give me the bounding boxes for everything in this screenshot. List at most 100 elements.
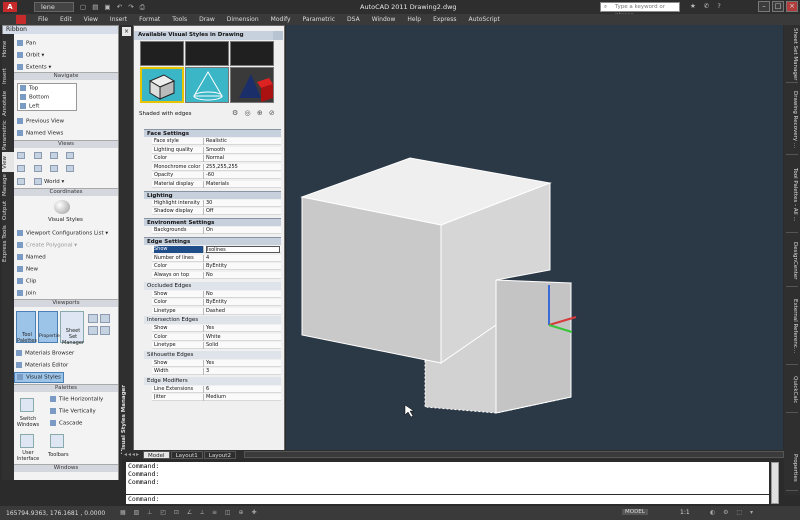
- style-thumbnail[interactable]: [140, 41, 184, 66]
- property-value[interactable]: On: [206, 227, 280, 234]
- property-value[interactable]: No: [206, 291, 280, 298]
- property-value[interactable]: ByEntity: [206, 263, 280, 270]
- quick-access-toolbar[interactable]: ▢ ▤ ▣ ↶ ↷ ⎙: [80, 3, 147, 12]
- visual-styles-palette-button[interactable]: Visual Styles: [14, 372, 64, 383]
- designcenter-tab[interactable]: DesignCenter: [786, 235, 798, 287]
- materials-editor-button[interactable]: Materials Editor: [16, 362, 68, 369]
- property-row[interactable]: Color White: [152, 333, 281, 341]
- property-row[interactable]: Color Normal: [152, 155, 281, 162]
- drawing-recovery-tab[interactable]: Drawing Recovery ...: [786, 85, 798, 155]
- menu-autoscript[interactable]: AutoScript: [463, 16, 506, 23]
- new-viewport[interactable]: New: [17, 266, 38, 273]
- external-references-tab[interactable]: External Referenc...: [786, 289, 798, 365]
- pan-button[interactable]: Pan: [17, 40, 36, 47]
- property-value[interactable]: Yes: [206, 325, 280, 332]
- menu-help[interactable]: Help: [401, 16, 427, 23]
- properties-button[interactable]: Properties: [38, 311, 62, 343]
- ucs-icon[interactable]: [50, 165, 58, 172]
- section-header[interactable]: Face Settings: [144, 129, 281, 137]
- property-row[interactable]: Material display Materials: [152, 180, 281, 188]
- maximize-button[interactable]: □: [772, 1, 784, 12]
- view-bottom[interactable]: Bottom: [20, 94, 49, 101]
- collapse-icon[interactable]: [273, 31, 283, 40]
- ucs-icon[interactable]: [66, 152, 74, 159]
- property-value[interactable]: Yes: [206, 360, 280, 367]
- switch-windows-button[interactable]: Switch Windows: [16, 416, 40, 428]
- property-row[interactable]: Opacity -60: [152, 172, 281, 179]
- menu-modify[interactable]: Modify: [265, 16, 297, 23]
- tool-palettes-button[interactable]: Tool Palettes: [16, 311, 37, 344]
- property-row[interactable]: Always on top No: [152, 271, 281, 279]
- horizontal-scrollbar[interactable]: [243, 451, 784, 458]
- close-palette-icon[interactable]: ×: [122, 27, 131, 36]
- property-value[interactable]: 255,255,255: [206, 164, 280, 171]
- visual-styles-gallery-icon[interactable]: [54, 200, 70, 214]
- view-left[interactable]: Left: [20, 103, 39, 110]
- menu-express[interactable]: Express: [427, 16, 462, 23]
- property-row[interactable]: Show Isolines: [152, 246, 281, 253]
- menu-edit[interactable]: Edit: [54, 16, 78, 23]
- command-input[interactable]: Command:: [126, 495, 769, 504]
- doc-icon[interactable]: [16, 15, 26, 24]
- property-value[interactable]: Off: [206, 208, 280, 215]
- menu-file[interactable]: File: [32, 16, 54, 23]
- drafting-settings-icons[interactable]: ▦ ▧ ⊥ ◰ ⊡ ∠ ⟂ ≡ ◫ ⊕ ✚: [120, 509, 259, 517]
- property-value[interactable]: Materials: [206, 181, 280, 188]
- previous-view-button[interactable]: Previous View: [17, 118, 64, 125]
- style-thumbnail[interactable]: [230, 67, 274, 103]
- model-space-canvas[interactable]: [286, 25, 783, 450]
- menu-tools[interactable]: Tools: [166, 16, 193, 23]
- property-value[interactable]: -60: [206, 172, 280, 179]
- subsection-header[interactable]: Silhouette Edges: [144, 350, 281, 359]
- menu-insert[interactable]: Insert: [104, 16, 133, 23]
- ucs-icon[interactable]: [34, 165, 42, 172]
- tab-manage[interactable]: Manage: [2, 172, 14, 198]
- subsection-header[interactable]: Occluded Edges: [144, 281, 281, 290]
- switch-windows-icon[interactable]: [20, 398, 34, 412]
- orbit-button[interactable]: Orbit ▾: [17, 52, 44, 59]
- palette-icon[interactable]: [88, 326, 98, 335]
- palette-icon[interactable]: [100, 314, 110, 323]
- property-row[interactable]: Highlight intensity 30: [152, 199, 281, 207]
- section-header[interactable]: Edge Settings: [144, 237, 281, 245]
- property-row[interactable]: Backgrounds On: [152, 227, 281, 234]
- named-viewports[interactable]: Named: [17, 254, 46, 261]
- style-tools[interactable]: ⚙ ◎ ⊕ ⊘: [232, 109, 277, 117]
- menu-format[interactable]: Format: [133, 16, 166, 23]
- menu-dimension[interactable]: Dimension: [221, 16, 265, 23]
- tab-express-tools[interactable]: Express Tools: [2, 222, 14, 266]
- user-interface-button[interactable]: User Interface: [16, 450, 40, 462]
- visual-styles-button[interactable]: Visual Styles: [48, 217, 83, 223]
- status-tray-icons[interactable]: ◐ ⚙ ⬚ ▾: [710, 509, 756, 516]
- property-value[interactable]: 4: [206, 255, 280, 262]
- coord-world-dropdown[interactable]: World ▾: [44, 179, 64, 185]
- quickcalc-tab[interactable]: QuickCalc: [786, 367, 798, 413]
- property-row[interactable]: Number of lines 4: [152, 254, 281, 262]
- menu-parametric[interactable]: Parametric: [297, 16, 342, 23]
- command-scrollbar[interactable]: [771, 462, 779, 504]
- tab-layout2[interactable]: Layout2: [203, 450, 236, 459]
- property-row[interactable]: Show Yes: [152, 325, 281, 332]
- clip-viewport[interactable]: Clip: [17, 278, 36, 285]
- property-row[interactable]: Linetype Dashed: [152, 307, 281, 315]
- tab-layout1[interactable]: Layout1: [170, 450, 203, 459]
- property-value[interactable]: 30: [206, 200, 280, 207]
- tile-horizontally-button[interactable]: Tile Horizontally: [50, 396, 103, 403]
- close-button[interactable]: ×: [786, 1, 798, 12]
- ucs-icon[interactable]: [17, 152, 25, 159]
- tool-palettes-tab[interactable]: Tool Palettes - All ...: [786, 157, 798, 233]
- tab-view[interactable]: View: [2, 152, 14, 172]
- user-interface-icon[interactable]: [20, 434, 34, 448]
- workspace-dropdown[interactable]: lene: [34, 2, 74, 12]
- subsection-header[interactable]: Intersection Edges: [144, 316, 281, 324]
- property-value[interactable]: Smooth: [206, 147, 280, 154]
- drawing-viewport[interactable]: [286, 25, 783, 450]
- ucs-icon[interactable]: [17, 178, 25, 185]
- ucs-icon[interactable]: [34, 178, 42, 185]
- property-value[interactable]: Dashed: [206, 308, 280, 315]
- ucs-icon[interactable]: [66, 165, 74, 172]
- tab-home[interactable]: Home: [2, 34, 14, 64]
- tile-vertically-button[interactable]: Tile Vertically: [50, 408, 96, 415]
- ucs-icon[interactable]: [17, 165, 25, 172]
- property-value[interactable]: Realistic: [206, 138, 280, 145]
